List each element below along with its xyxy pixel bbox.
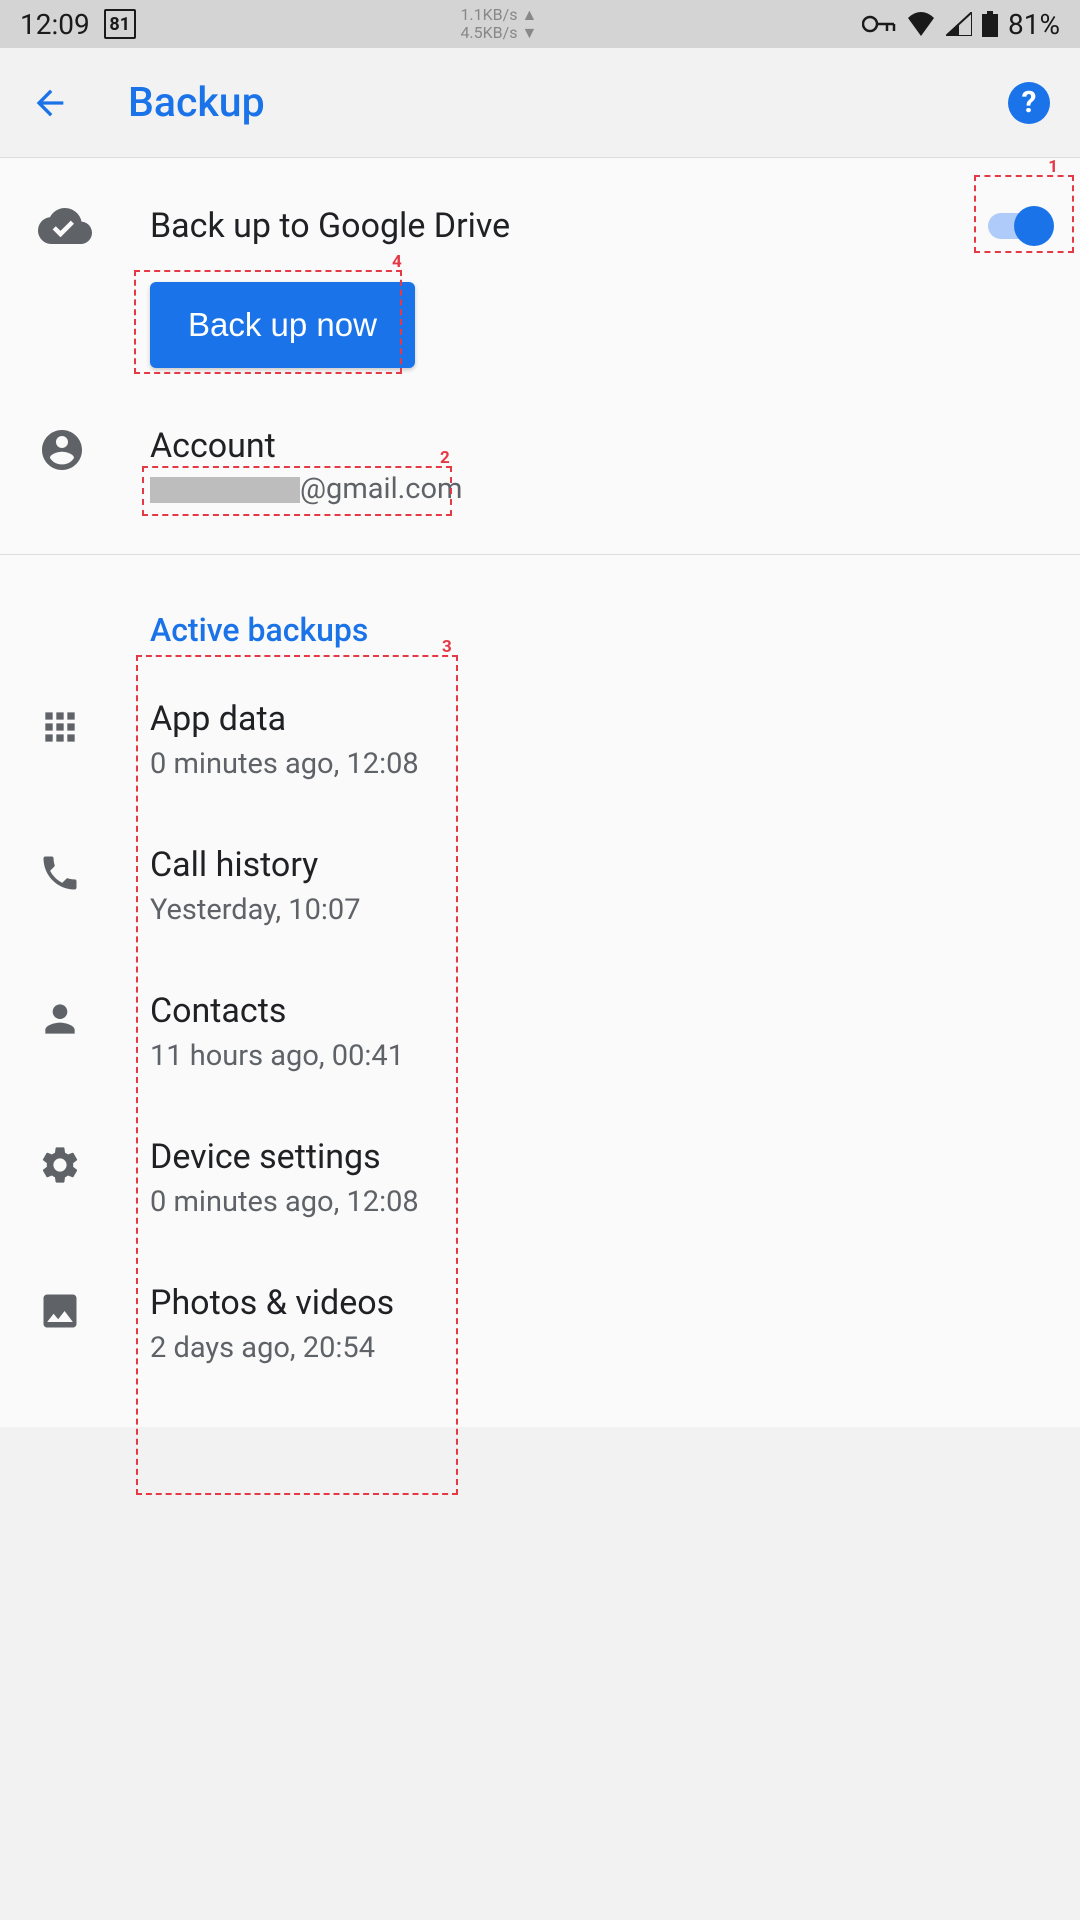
account-label: Account [150, 426, 1050, 466]
cloud-check-icon [30, 208, 150, 244]
backup-drive-label: Back up to Google Drive [150, 206, 988, 246]
app-header: Backup ? [0, 48, 1080, 158]
help-icon[interactable]: ? [1008, 82, 1050, 124]
phone-icon [30, 845, 150, 895]
backup-item-contacts[interactable]: Contacts 11 hours ago, 00:41 [0, 959, 1080, 1105]
battery-icon [982, 11, 998, 37]
backup-item-device-settings[interactable]: Device settings 0 minutes ago, 12:08 [0, 1105, 1080, 1251]
net-down: 4.5KB/s ▼ [460, 24, 537, 42]
annotation-4: 4 [392, 252, 402, 272]
page-title: Backup [128, 79, 1008, 127]
status-time: 12:09 [20, 8, 90, 41]
account-email: @gmail.com [150, 472, 1050, 506]
backup-item-photos-videos[interactable]: Photos & videos 2 days ago, 20:54 [0, 1251, 1080, 1397]
wifi-icon [906, 12, 936, 36]
contact-icon [30, 991, 150, 1041]
active-backups-header: Active backups [0, 585, 1080, 667]
annotation-1: 1 [1048, 157, 1058, 177]
net-up: 1.1KB/s ▲ [460, 6, 537, 24]
status-bar: 12:09 81 1.1KB/s ▲ 4.5KB/s ▼ 81% [0, 0, 1080, 48]
key-icon [862, 14, 896, 34]
annotation-3: 3 [442, 637, 452, 657]
image-icon [30, 1283, 150, 1333]
account-row[interactable]: Account @gmail.com 2 [0, 386, 1080, 524]
backup-now-button[interactable]: Back up now [150, 282, 415, 368]
annotation-2: 2 [440, 448, 450, 468]
backup-item-app-data[interactable]: App data 0 minutes ago, 12:08 [0, 667, 1080, 813]
battery-percent: 81% [1008, 8, 1060, 41]
redacted-email-user [150, 477, 300, 503]
backup-drive-toggle[interactable] [988, 213, 1050, 239]
back-arrow-icon[interactable] [30, 83, 70, 123]
person-icon [30, 426, 150, 474]
gear-icon [30, 1137, 150, 1187]
apps-icon [30, 699, 150, 749]
backup-item-call-history[interactable]: Call history Yesterday, 10:07 [0, 813, 1080, 959]
signal-icon [946, 12, 972, 36]
backup-drive-row[interactable]: Back up to Google Drive 1 [0, 188, 1080, 264]
calendar-icon: 81 [104, 9, 136, 39]
